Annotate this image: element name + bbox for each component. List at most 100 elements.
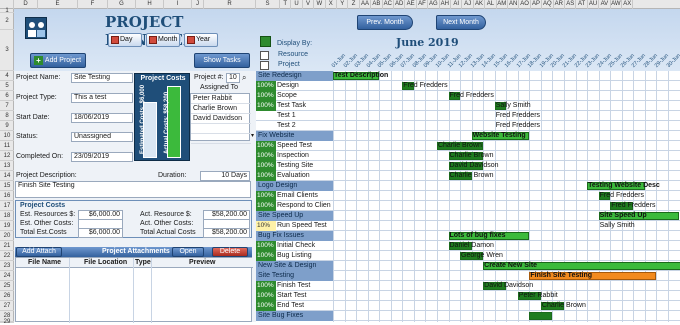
column-header[interactable]: V <box>303 0 314 9</box>
project-summary-row[interactable]: New Site & Design <box>256 261 333 271</box>
delete-attachment-button[interactable]: Delete <box>212 247 248 257</box>
project-summary-row[interactable]: Site Speed Up <box>256 211 333 221</box>
show-tasks-button[interactable]: Show Tasks <box>194 53 250 68</box>
project-summary-row[interactable]: Site Testing <box>256 271 333 281</box>
task-row[interactable]: 100%Scope <box>256 91 333 101</box>
project-summary-row[interactable]: Site Bug Fixes <box>256 311 333 321</box>
column-header[interactable]: F <box>78 0 108 9</box>
task-row[interactable]: 100%Evaluation <box>256 171 333 181</box>
prev-month-button[interactable]: Prev. Month <box>357 15 413 30</box>
attachments-table[interactable]: File Name File Location Type Preview <box>15 257 252 322</box>
column-header[interactable]: AX <box>622 0 633 9</box>
column-header[interactable]: I <box>164 0 192 9</box>
column-header[interactable]: AI <box>451 0 462 9</box>
row-header[interactable]: 19 <box>0 221 14 231</box>
task-row[interactable]: 100%Start Test <box>256 291 333 301</box>
completed-on-field[interactable]: 23/09/2019 <box>71 152 133 162</box>
assigned-resource[interactable] <box>191 134 251 144</box>
row-header[interactable]: 3 <box>0 30 14 71</box>
project-number-field[interactable]: 10 <box>226 73 240 83</box>
row-header[interactable]: 8 <box>0 111 14 121</box>
row-header[interactable]: 4 <box>0 71 14 81</box>
column-header[interactable]: AO <box>519 0 530 9</box>
row-header[interactable]: 29 <box>0 322 14 323</box>
project-summary-row[interactable]: Site Redesign <box>256 71 333 81</box>
row-header[interactable]: 14 <box>0 171 14 181</box>
column-header[interactable]: AP <box>531 0 542 9</box>
row-header[interactable]: 5 <box>0 81 14 91</box>
column-header[interactable]: AH <box>440 0 451 9</box>
project-summary-row[interactable]: Logo Design <box>256 181 333 191</box>
task-row[interactable]: 100%Test Task <box>256 101 333 111</box>
task-row[interactable]: 100%Bug Listing <box>256 251 333 261</box>
task-row[interactable]: 10%Run Speed Test <box>256 221 333 231</box>
search-icon[interactable]: ⌕ <box>242 73 246 83</box>
task-row[interactable]: Test 1 <box>256 111 333 121</box>
row-header[interactable]: 11 <box>0 141 14 151</box>
column-header[interactable]: AG <box>428 0 439 9</box>
add-attach-button[interactable]: Add Attach <box>16 247 62 257</box>
assigned-resource[interactable] <box>191 124 251 134</box>
column-header[interactable]: AB <box>371 0 382 9</box>
row-header[interactable]: 10 <box>0 131 14 141</box>
description-field[interactable]: Finish Site Testing <box>15 181 251 198</box>
gantt-bar[interactable] <box>529 312 552 320</box>
row-header[interactable]: 22 <box>0 251 14 261</box>
start-date-field[interactable]: 18/06/2019 <box>71 113 133 123</box>
resource-option[interactable]: Resource <box>278 51 308 58</box>
column-header[interactable]: W <box>314 0 325 9</box>
column-header[interactable]: D <box>14 0 38 9</box>
column-header[interactable]: E <box>38 0 78 9</box>
task-row[interactable]: 100%Testing Site <box>256 161 333 171</box>
column-header[interactable]: AQ <box>542 0 553 9</box>
project-summary-row[interactable]: Bug Fix Issues <box>256 231 333 241</box>
row-header[interactable]: 16 <box>0 191 14 201</box>
column-header[interactable]: AE <box>405 0 416 9</box>
view-month-button[interactable]: Month <box>146 33 180 47</box>
row-header[interactable]: 20 <box>0 231 14 241</box>
column-header[interactable]: AA <box>360 0 371 9</box>
row-header[interactable]: 6 <box>0 91 14 101</box>
assigned-resource[interactable]: David Davidson <box>191 114 251 124</box>
row-header[interactable]: 21 <box>0 241 14 251</box>
project-name-field[interactable]: Site Testing <box>71 73 133 83</box>
row-header[interactable]: 24 <box>0 271 14 281</box>
column-header[interactable]: X <box>326 0 337 9</box>
column-header[interactable]: AL <box>485 0 496 9</box>
project-type-field[interactable]: This a test <box>71 93 133 103</box>
column-header[interactable]: AT <box>576 0 587 9</box>
task-row[interactable]: 100%Initial Check <box>256 241 333 251</box>
assigned-resource[interactable]: Peter Rabbit <box>191 94 251 104</box>
row-header[interactable]: 9 <box>0 121 14 131</box>
project-radio[interactable] <box>260 61 269 70</box>
column-header[interactable]: AD <box>394 0 405 9</box>
row-header[interactable]: 27 <box>0 301 14 311</box>
column-header[interactable]: AF <box>417 0 428 9</box>
column-header[interactable]: AN <box>508 0 519 9</box>
column-header[interactable]: R <box>204 0 256 9</box>
column-header[interactable]: J <box>192 0 204 9</box>
column-header[interactable]: Z <box>348 0 359 9</box>
assigned-resource[interactable]: Charlie Brown <box>191 104 251 114</box>
row-header[interactable]: 15 <box>0 181 14 191</box>
project-summary-row[interactable]: Fix Website <box>256 131 333 141</box>
row-header[interactable]: 2 <box>0 13 14 30</box>
task-row[interactable]: 100%Respond to Clien <box>256 201 333 211</box>
add-project-button[interactable]: +Add Project <box>30 53 86 68</box>
row-header[interactable]: 7 <box>0 101 14 111</box>
column-header[interactable]: AU <box>588 0 599 9</box>
row-header[interactable]: 25 <box>0 281 14 291</box>
assigned-to-list[interactable]: Peter RabbitCharlie BrownDavid Davidson <box>190 93 250 141</box>
task-row[interactable]: 100%Design <box>256 81 333 91</box>
task-row[interactable]: 100%Inspection <box>256 151 333 161</box>
resource-radio[interactable] <box>260 51 269 60</box>
row-header[interactable]: 23 <box>0 261 14 271</box>
column-header[interactable]: S <box>256 0 280 9</box>
task-row[interactable]: 100%Email Clients <box>256 191 333 201</box>
column-header[interactable]: AJ <box>462 0 473 9</box>
column-header[interactable]: AK <box>474 0 485 9</box>
task-row[interactable]: 100%End Test <box>256 301 333 311</box>
status-field[interactable]: Unassigned <box>71 132 133 142</box>
task-row[interactable]: 100%Finish Test <box>256 281 333 291</box>
view-year-button[interactable]: Year <box>184 33 218 47</box>
